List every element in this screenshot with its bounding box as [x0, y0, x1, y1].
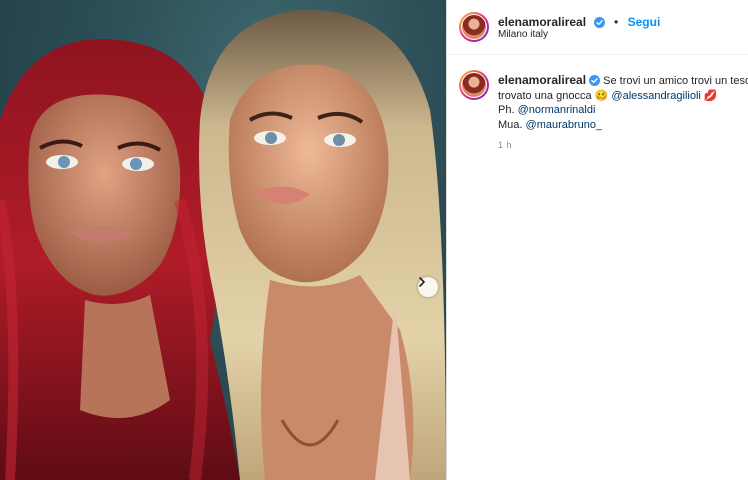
- caption-line-4: Mua. @maurabruno_: [498, 118, 748, 133]
- post-side-panel: elenamoralireal • Segui Milano italy ele…: [447, 0, 748, 480]
- caption-username[interactable]: elenamoralireal: [498, 73, 586, 87]
- profile-picture: [462, 15, 486, 39]
- chevron-right-icon: [419, 277, 425, 287]
- caption-line-2: trovato una gnocca 🥴 @alessandragilioli …: [498, 89, 748, 104]
- mention-link[interactable]: @normanrinaldi: [518, 104, 596, 116]
- caption: elenamoralireal Se trovi un amico trovi …: [498, 73, 748, 132]
- caption-avatar[interactable]: [459, 70, 489, 100]
- post-timestamp[interactable]: 1 h: [498, 140, 512, 150]
- caption-line-1: elenamoralireal Se trovi un amico trovi …: [498, 73, 748, 89]
- caption-profile-picture: [462, 73, 486, 97]
- caption-text: Se trovi un amico trovi un tesoro: [603, 75, 748, 87]
- post-location[interactable]: Milano italy: [498, 29, 548, 40]
- verified-badge-icon: [593, 17, 605, 28]
- mention-link[interactable]: @maurabruno_: [526, 119, 603, 131]
- kiss-mark-emoji: 💋: [703, 89, 718, 102]
- caption-text: Mua.: [498, 118, 523, 131]
- caption-line-3: Ph. @normanrinaldi: [498, 103, 748, 118]
- mention-link[interactable]: @alessandragilioli: [611, 90, 700, 102]
- caption-text: trovato una gnocca: [498, 89, 592, 102]
- woozy-face-emoji: 🥴: [594, 89, 609, 102]
- post-username[interactable]: elenamoralireal: [498, 15, 586, 29]
- photo-illustration: [0, 9, 446, 480]
- verified-badge-icon: [589, 75, 601, 86]
- header-divider: [447, 54, 748, 55]
- next-photo-button[interactable]: [418, 277, 438, 297]
- post-header: elenamoralireal • Segui Milano italy: [447, 0, 748, 54]
- avatar[interactable]: [459, 12, 489, 42]
- caption-text: Ph.: [498, 104, 515, 116]
- separator-dot: •: [613, 15, 619, 29]
- post-photo[interactable]: [0, 0, 446, 480]
- follow-button[interactable]: Segui: [628, 15, 661, 29]
